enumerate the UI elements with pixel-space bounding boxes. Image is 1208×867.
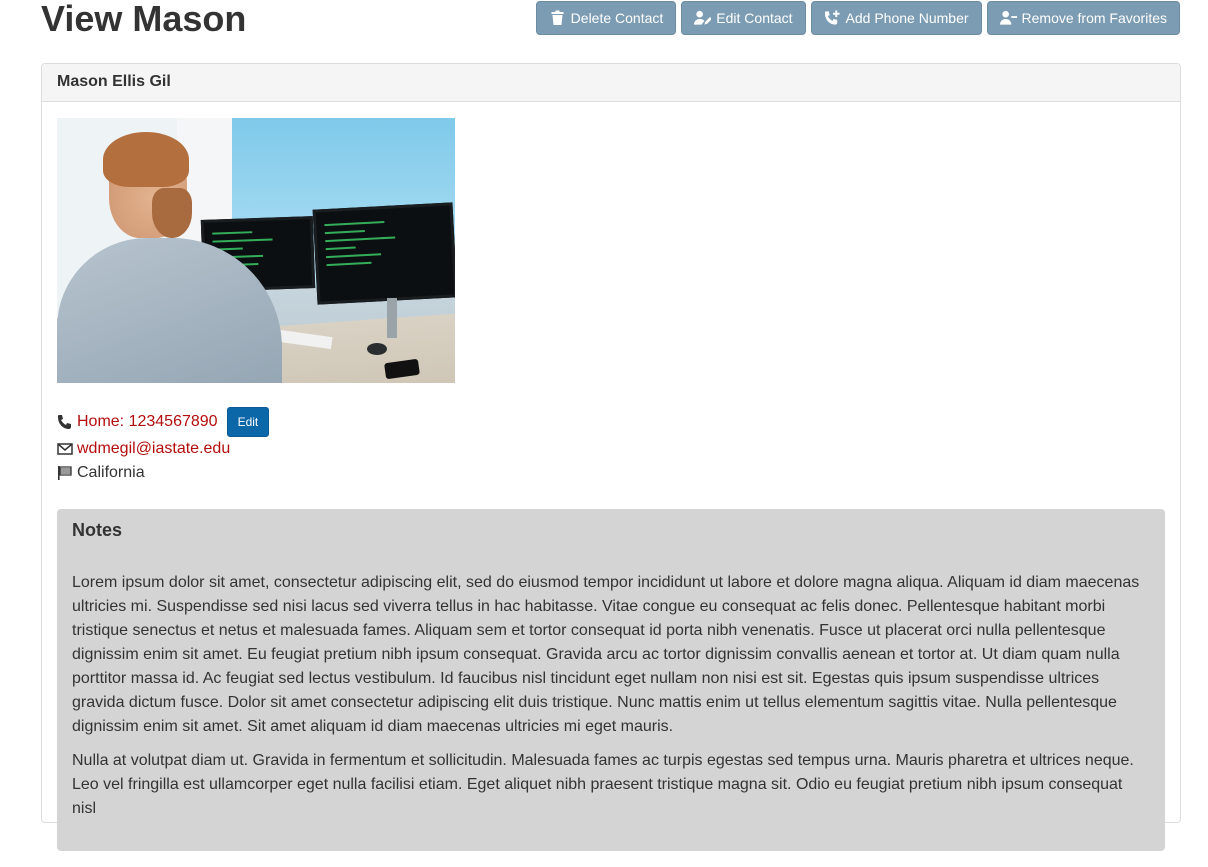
notes-title: Notes (72, 520, 123, 540)
delete-contact-button[interactable]: Delete Contact (535, 1, 677, 35)
state-row: California (57, 461, 1165, 485)
add-phone-number-button[interactable]: Add Phone Number (810, 1, 982, 35)
flag-icon (58, 466, 72, 480)
edit-phone-button[interactable]: Edit (226, 407, 270, 437)
user-edit-icon (694, 10, 712, 25)
edit-contact-button[interactable]: Edit Contact (681, 1, 806, 35)
add-phone-number-label: Add Phone Number (845, 10, 969, 26)
page-title: View Mason (41, 0, 247, 39)
user-minus-icon (999, 10, 1017, 25)
delete-contact-label: Delete Contact (570, 10, 664, 26)
contact-panel: Mason Ellis Gil Home: 1234567890 Edit wd… (41, 63, 1181, 851)
envelope-icon (57, 443, 73, 455)
phone-icon (58, 415, 71, 429)
notes-paragraph: Lorem ipsum dolor sit amet, consectetur … (72, 574, 1140, 735)
remove-from-favorites-button[interactable]: Remove from Favorites (986, 1, 1180, 35)
phone-row: Home: 1234567890 Edit (57, 407, 1165, 437)
contact-info: Home: 1234567890 Edit wdmegil@iastate.ed… (57, 407, 1165, 485)
contact-photo (57, 118, 455, 383)
trash-icon (551, 10, 564, 25)
email-link[interactable]: wdmegil@iastate.edu (77, 437, 230, 461)
edit-contact-label: Edit Contact (716, 10, 793, 26)
page-header: View Mason Delete Contact Edit Contact A… (41, 0, 1180, 50)
phone-plus-icon (824, 10, 840, 25)
phone-link[interactable]: Home: 1234567890 (77, 410, 218, 434)
state-text: California (77, 464, 145, 481)
notes-section: Notes Lorem ipsum dolor sit amet, consec… (57, 509, 1165, 851)
email-row: wdmegil@iastate.edu (57, 437, 1165, 461)
contact-full-name: Mason Ellis Gil (42, 64, 1180, 102)
notes-paragraph: Nulla at volutpat diam ut. Gravida in fe… (72, 752, 1134, 817)
contact-details: Home: 1234567890 Edit wdmegil@iastate.ed… (42, 102, 1180, 867)
remove-from-favorites-label: Remove from Favorites (1021, 10, 1167, 26)
contact-actions: Delete Contact Edit Contact Add Phone Nu… (535, 1, 1180, 35)
